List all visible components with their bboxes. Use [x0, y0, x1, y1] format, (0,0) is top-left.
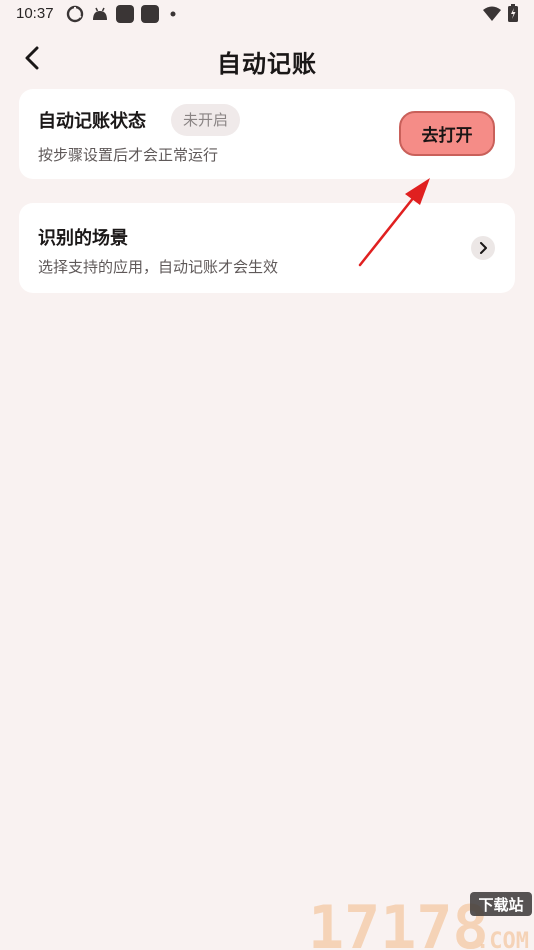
- watermark-number: 17178: [308, 893, 489, 950]
- scenes-chevron-button[interactable]: [471, 236, 495, 260]
- scenes-card-title: 识别的场景: [38, 228, 128, 249]
- status-card-description: 按步骤设置后才会正常运行: [38, 146, 219, 164]
- status-badge: 未开启: [171, 104, 241, 136]
- status-bar: 10:37: [0, 0, 534, 28]
- app-badge-icon: [141, 5, 159, 23]
- status-card-title: 自动记账状态: [38, 111, 146, 132]
- watermark-badge: 下载站: [478, 896, 523, 914]
- dot-icon: [170, 11, 176, 17]
- android-icon: [91, 5, 109, 23]
- watermark-logo: 17178 下载站 .COM: [308, 886, 534, 950]
- recognized-scenes-card[interactable]: 识别的场景 选择支持的应用，自动记账才会生效: [19, 203, 515, 293]
- wifi-icon: [483, 6, 501, 21]
- scenes-card-description: 选择支持的应用，自动记账才会生效: [38, 258, 279, 276]
- sync-icon: [66, 5, 84, 23]
- watermark-suffix: .COM: [476, 929, 529, 950]
- status-time: 10:37: [16, 5, 54, 22]
- page-title: 自动记账: [217, 50, 317, 78]
- battery-icon: [508, 4, 518, 22]
- app-bar: 自动记账: [0, 38, 534, 82]
- chevron-right-icon: [478, 239, 488, 258]
- app-badge-icon: [116, 5, 134, 23]
- open-button[interactable]: 去打开: [399, 111, 495, 156]
- auto-bookkeeping-status-card: 自动记账状态 未开启 按步骤设置后才会正常运行 去打开: [19, 89, 515, 179]
